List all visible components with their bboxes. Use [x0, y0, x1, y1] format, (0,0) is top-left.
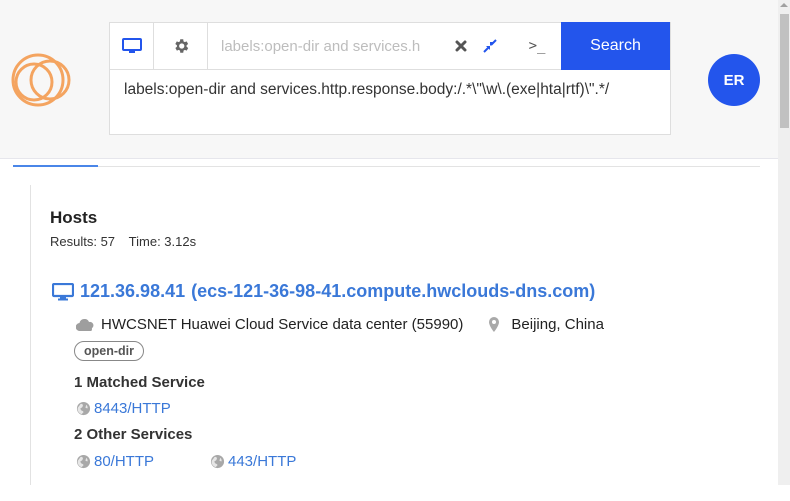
gear-icon — [174, 39, 188, 53]
search-toolbar: >_ Search — [110, 22, 670, 70]
results-meta: Results: 57 Time: 3.12s — [50, 234, 196, 249]
scrollbar-thumb[interactable] — [780, 14, 789, 128]
host-link[interactable]: 121.36.98.41 (ecs-121-36-98-41.compute.h… — [52, 281, 595, 302]
tab-divider — [13, 166, 760, 167]
service-label: 443/HTTP — [228, 453, 297, 470]
hosts-type-button[interactable] — [110, 23, 154, 69]
censys-logo-icon[interactable] — [10, 52, 74, 108]
tab-active-indicator[interactable] — [13, 165, 98, 167]
vertical-scrollbar[interactable] — [778, 0, 790, 485]
globe-icon — [76, 454, 91, 469]
search-button[interactable]: Search — [561, 22, 670, 70]
host-ip: 121.36.98.41 — [80, 281, 186, 301]
terminal-icon[interactable]: >_ — [520, 23, 554, 69]
service-label: 8443/HTTP — [94, 400, 171, 417]
service-link[interactable]: 8443/HTTP — [76, 400, 171, 417]
settings-button[interactable] — [154, 23, 208, 69]
expanded-query-text[interactable]: labels:open-dir and services.http.respon… — [124, 81, 664, 99]
collapse-query-button[interactable] — [478, 23, 502, 69]
desktop-icon — [121, 38, 142, 53]
results-title: Hosts — [50, 208, 98, 227]
results-time: Time: 3.12s — [128, 234, 197, 249]
user-avatar[interactable]: ER — [708, 54, 760, 106]
host-asn: HWCSNET Huawei Cloud Service data center… — [101, 316, 464, 333]
results-count: Results: 57 — [50, 234, 116, 249]
desktop-icon — [52, 282, 74, 300]
other-services-heading: 2 Other Services — [74, 426, 193, 443]
matched-services-heading: 1 Matched Service — [74, 374, 205, 391]
host-dns-name: (ecs-121-36-98-41.compute.hwclouds-dns.c… — [191, 281, 596, 301]
host-metadata: HWCSNET Huawei Cloud Service data center… — [76, 316, 604, 333]
service-label: 80/HTTP — [94, 453, 155, 470]
search-query-input[interactable] — [208, 23, 448, 69]
scroll-up-arrow-icon[interactable] — [780, 3, 788, 7]
map-pin-icon — [489, 317, 500, 332]
host-location: Beijing, China — [489, 316, 604, 333]
compress-icon — [483, 39, 497, 53]
results-panel: Hosts Results: 57 Time: 3.12s 121.36.98.… — [30, 185, 750, 485]
globe-icon — [76, 401, 91, 416]
globe-icon — [210, 454, 225, 469]
search-box: >_ Search labels:open-dir and services.h… — [109, 22, 671, 135]
close-icon — [455, 40, 467, 52]
cloud-icon — [76, 318, 94, 331]
host-location-text: Beijing, China — [511, 316, 604, 333]
service-link[interactable]: 80/HTTP — [76, 453, 154, 470]
service-link[interactable]: 443/HTTP — [210, 453, 296, 470]
top-header: >_ Search labels:open-dir and services.h… — [0, 0, 778, 159]
clear-query-button[interactable] — [450, 23, 472, 69]
label-tag[interactable]: open-dir — [74, 341, 144, 361]
